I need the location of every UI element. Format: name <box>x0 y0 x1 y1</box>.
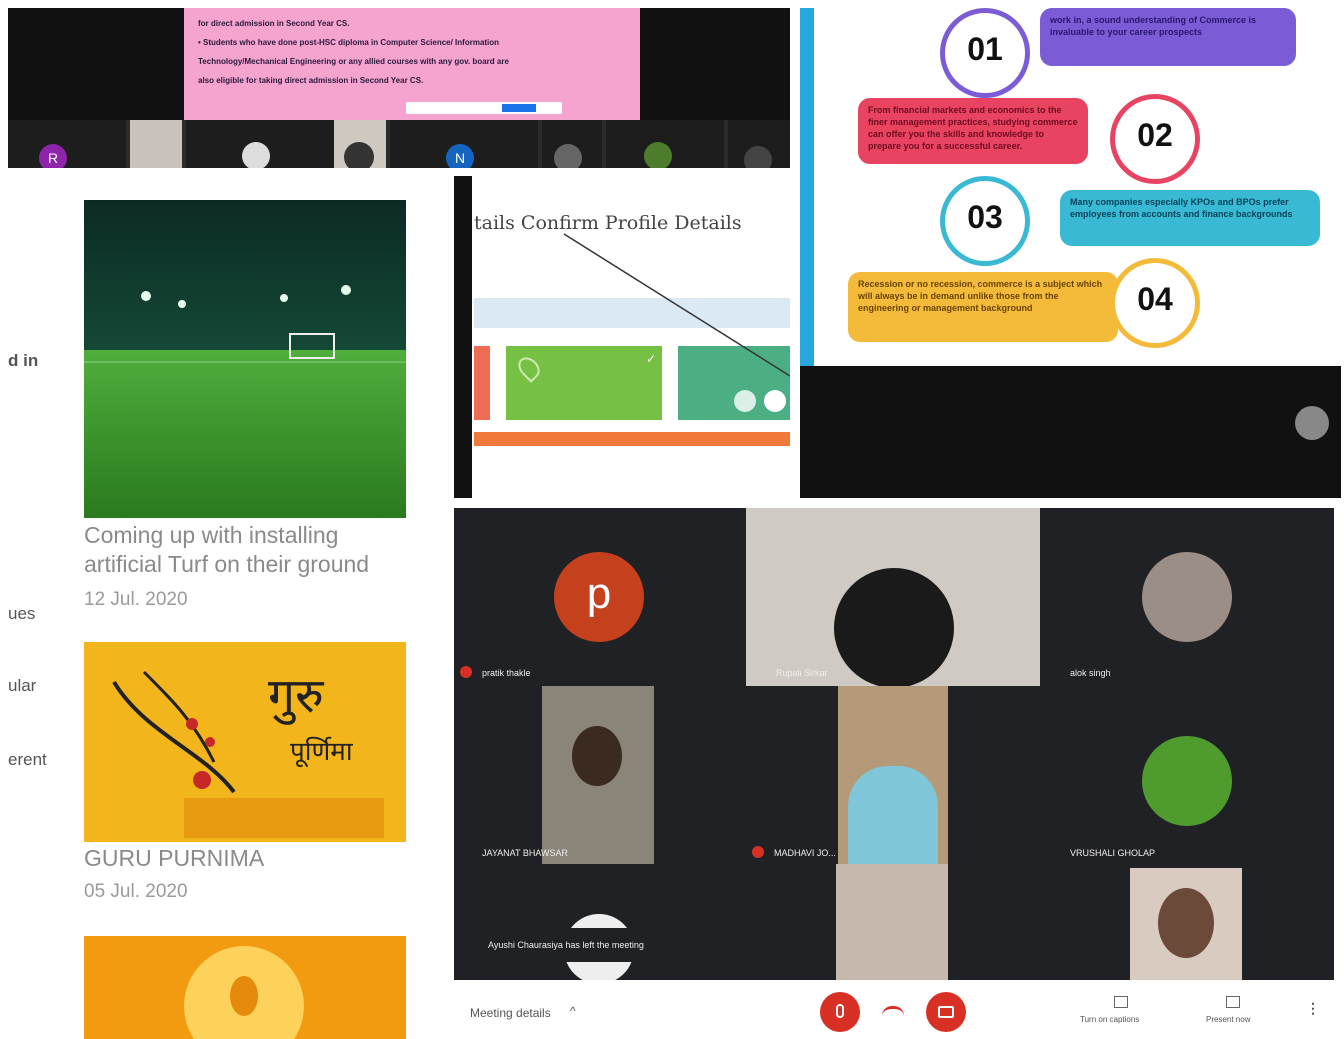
more-options-icon[interactable]: ⋮ <box>1306 1000 1320 1017</box>
commerce-infographic-panel: work in, a sound understanding of Commer… <box>800 8 1341 498</box>
step-text-04: Recession or no recession, commerce is a… <box>848 272 1118 342</box>
step-text-03: Many companies especially KPOs and BPOs … <box>1060 190 1320 246</box>
news-title[interactable]: GURU PURNIMA <box>84 844 414 873</box>
slide-toolbar <box>406 102 562 114</box>
present-icon[interactable] <box>1226 996 1240 1008</box>
turf-image[interactable] <box>84 200 406 518</box>
person-silhouette <box>572 726 622 786</box>
purnima-art-text: पूर्णिमा <box>290 737 353 767</box>
captions-icon[interactable] <box>1114 996 1128 1008</box>
step-text-02: From financial markets and economics to … <box>858 98 1088 164</box>
stadium-illustration <box>84 200 406 518</box>
news-date: 05 Jul. 2020 <box>84 881 188 902</box>
logo-avatar <box>242 142 270 168</box>
person-silhouette <box>344 142 374 168</box>
school-website-panel: d in ues ular erent Coming up with insta… <box>0 176 448 1039</box>
person-silhouette <box>834 568 954 688</box>
avatar: N <box>446 144 474 168</box>
captions-label[interactable]: Turn on captions <box>1080 1015 1139 1024</box>
meeting-controls-bar: Meeting details ^ Turn on captions Prese… <box>454 980 1334 1039</box>
participant-tile[interactable]: MADHAVI JO... <box>746 686 1040 864</box>
mic-off-icon <box>460 666 472 678</box>
news-date: 12 Jul. 2020 <box>84 589 188 610</box>
notification-toast: Ayushi Chaurasiya has left the meeting <box>472 928 822 962</box>
guru-purnima-art <box>84 642 406 842</box>
participant-name: JAYANAT BHAWSAR <box>482 848 569 858</box>
slide-line: • Students who have done post-HSC diplom… <box>198 38 500 47</box>
person-silhouette <box>848 766 938 864</box>
guru-purnima-image[interactable]: गुरु पूर्णिमा <box>84 642 406 842</box>
step-number-04: 04 <box>1110 258 1200 348</box>
step-number-01: 01 <box>940 8 1030 98</box>
present-label[interactable]: Present now <box>1206 1015 1250 1024</box>
mic-toggle-button[interactable] <box>820 992 860 1032</box>
cut-text: ular <box>8 676 37 695</box>
participant-name: pratik thakle <box>482 668 531 678</box>
participant-name: MADHAVI JO... <box>774 848 836 858</box>
participant-tile[interactable] <box>186 120 334 168</box>
participant-tile[interactable]: R <box>8 120 126 168</box>
sunburst-illustration <box>84 936 406 1039</box>
participant-video[interactable] <box>1130 868 1242 980</box>
slide-line: for direct admission in Second Year CS. <box>198 19 350 28</box>
participant-strip: R N <box>8 120 790 168</box>
meeting-grid-panel: p pratik thakle Rupali Sirkar alok singh… <box>454 508 1334 1039</box>
participant-tile[interactable]: p pratik thakle <box>454 508 746 686</box>
avatar-photo <box>744 146 772 168</box>
slide-toolbar-button[interactable] <box>502 104 536 112</box>
participant-tile[interactable]: JAYANAT BHAWSAR <box>454 686 746 864</box>
participant-tile[interactable] <box>542 120 602 168</box>
participant-name: VRUSHALI GHOLAP <box>1070 848 1156 858</box>
pink-slide: for direct admission in Second Year CS. … <box>184 8 640 120</box>
participant-video[interactable] <box>836 864 948 980</box>
news-image[interactable] <box>84 936 406 1039</box>
meeting-dark-area <box>800 366 1341 498</box>
participant-tile[interactable] <box>728 120 790 168</box>
camera-toggle-button[interactable] <box>926 992 966 1032</box>
step-number-03: 03 <box>940 176 1030 266</box>
participant-video[interactable] <box>334 120 386 168</box>
profile-slide-panel: tails Confirm Profile Details ✓ <box>454 176 790 498</box>
participant-video[interactable] <box>130 120 182 168</box>
person-silhouette <box>1158 888 1214 958</box>
cut-text: ues <box>8 604 36 623</box>
participant-name: Rupali Sirkar <box>776 668 828 678</box>
participant-tile[interactable] <box>606 120 724 168</box>
slide-line: also eligible for taking direct admissio… <box>198 76 424 85</box>
participant-video <box>838 686 948 864</box>
participant-tile[interactable]: VRUSHALI GHOLAP <box>1040 686 1334 864</box>
news-title[interactable]: artificial Turf on their ground <box>84 550 414 579</box>
mic-off-icon <box>836 1004 844 1018</box>
top-meeting-panel: for direct admission in Second Year CS. … <box>8 8 790 168</box>
meeting-details-link[interactable]: Meeting details <box>470 1006 551 1020</box>
participant-video[interactable]: Rupali Sirkar <box>746 508 1040 688</box>
step-text-01: work in, a sound understanding of Commer… <box>1040 8 1296 66</box>
mic-off-icon <box>752 846 764 858</box>
left-meeting-notice: Ayushi Chaurasiya has left the meeting <box>488 940 644 950</box>
cut-text: erent <box>8 750 47 769</box>
participant-photo-avatar <box>1142 552 1232 642</box>
end-call-button[interactable] <box>882 1006 904 1019</box>
avatar-photo <box>554 144 582 168</box>
camera-off-icon <box>938 1006 954 1018</box>
participant-tile[interactable]: N <box>390 120 538 168</box>
parrot-avatar <box>1142 736 1232 826</box>
step-number-02: 02 <box>1110 94 1200 184</box>
cut-text: d in <box>8 351 39 370</box>
participant-video <box>542 686 654 864</box>
participant-name: alok singh <box>1070 668 1111 678</box>
chevron-up-icon[interactable]: ^ <box>570 1004 576 1018</box>
more-icon[interactable] <box>1295 406 1329 440</box>
annotation-arrow <box>563 233 790 377</box>
guru-art-text: गुरु <box>268 668 324 724</box>
participant-tile[interactable]: alok singh <box>1040 508 1334 686</box>
news-title[interactable]: Coming up with installing <box>84 521 414 550</box>
slide-line: Technology/Mechanical Engineering or any… <box>198 57 509 66</box>
avatar-photo <box>644 142 672 168</box>
avatar: R <box>39 144 67 168</box>
participant-avatar: p <box>554 552 644 642</box>
